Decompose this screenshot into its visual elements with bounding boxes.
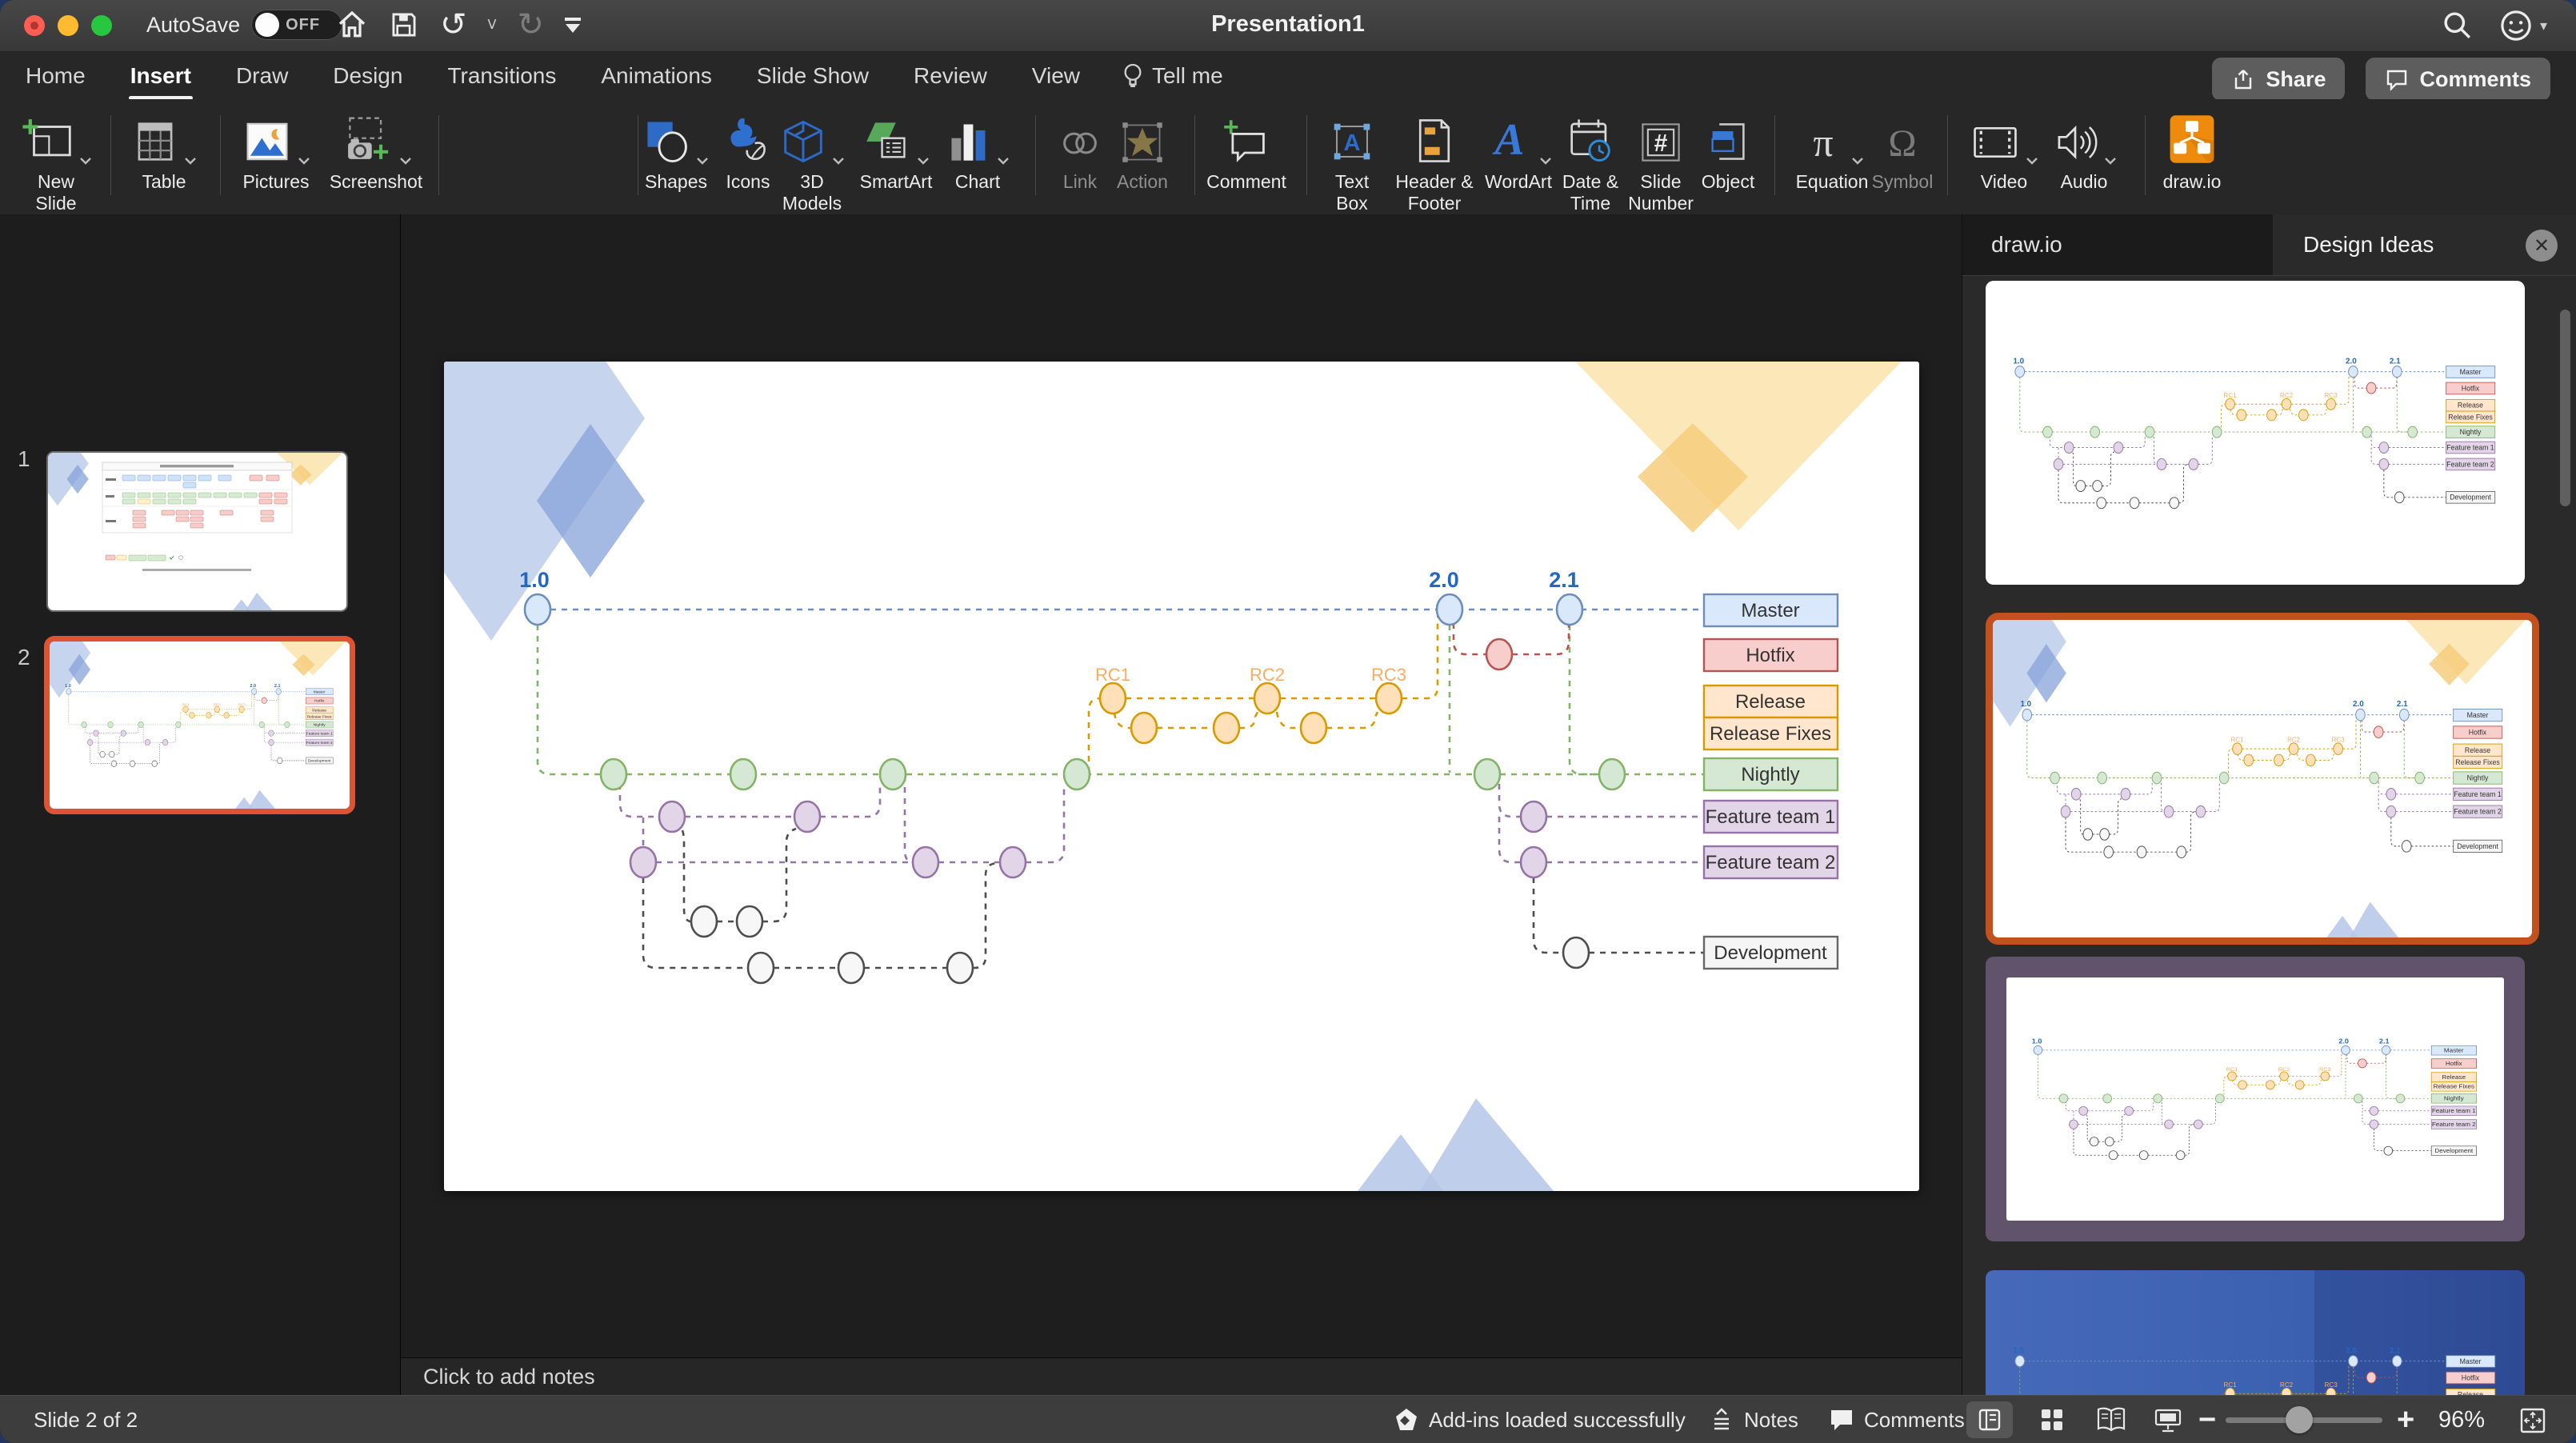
tab-transitions[interactable]: Transitions xyxy=(444,57,559,95)
design-idea-2-selected[interactable] xyxy=(1986,613,2539,945)
new-comment-icon xyxy=(1224,120,1265,162)
slide-1-number: 1 xyxy=(18,446,30,471)
account-dropdown-icon[interactable]: ▾ xyxy=(2540,18,2547,34)
chevron-down-icon xyxy=(184,158,196,165)
comments-status-icon xyxy=(1831,1410,1852,1430)
comment-icon xyxy=(2387,70,2407,91)
header-footer-icon xyxy=(1418,119,1450,162)
addin-status-icon xyxy=(1396,1409,1417,1430)
svg-text:A: A xyxy=(1492,117,1524,165)
notes-icon xyxy=(1714,1408,1729,1430)
tab-review[interactable]: Review xyxy=(910,57,990,95)
tell-me[interactable]: Tell me xyxy=(1122,62,1223,90)
video-icon xyxy=(1973,126,2017,158)
normal-view-icon xyxy=(1978,1409,2001,1431)
svg-text:Ω: Ω xyxy=(1888,123,1916,165)
slide-indicator: Slide 2 of 2 xyxy=(34,1407,138,1432)
share-button[interactable]: Share xyxy=(2212,58,2346,101)
account-icon[interactable] xyxy=(2498,8,2534,43)
slideshow-view-button[interactable] xyxy=(2154,1406,2182,1437)
ribbon-insert: New Slide Table Pictures Screenshot Get … xyxy=(0,99,2576,306)
tab-draw[interactable]: Draw xyxy=(233,57,291,95)
lightbulb-icon xyxy=(1124,63,1142,87)
panel-scrollbar[interactable] xyxy=(2560,310,2570,506)
tab-slideshow[interactable]: Slide Show xyxy=(754,57,872,95)
chevron-down-icon xyxy=(399,158,411,165)
comments-toggle[interactable]: Comments xyxy=(1829,1396,1965,1443)
slide-2-preview xyxy=(50,642,346,809)
titlebar: AutoSave OFF ↺ ᐯ ↻ Presentation1 ▾ xyxy=(0,0,2576,52)
design-idea-3[interactable] xyxy=(1986,957,2525,1241)
screenshot-icon xyxy=(347,117,388,159)
share-icon xyxy=(2235,70,2252,90)
slide-1-thumbnail[interactable] xyxy=(46,451,348,612)
new-slide-icon xyxy=(22,119,71,157)
document-title: Presentation1 xyxy=(1211,11,1365,37)
zoom-level[interactable]: 96% xyxy=(2426,1396,2498,1443)
design-idea-4[interactable] xyxy=(1986,1270,2525,1395)
zoom-slider-thumb[interactable] xyxy=(2286,1406,2313,1433)
chevron-down-icon xyxy=(2104,158,2116,165)
slide-1-flowchart xyxy=(102,462,293,571)
slide-editor-area xyxy=(401,214,1962,1357)
notes-placeholder: Click to add notes xyxy=(423,1365,595,1389)
slide-2-thumbnail-selected[interactable] xyxy=(44,636,355,814)
tab-home[interactable]: Home xyxy=(22,57,89,95)
slide-canvas[interactable] xyxy=(444,362,1919,1191)
menubar: Home Insert Draw Design Transitions Anim… xyxy=(0,52,2576,100)
symbol-omega-icon: Ω xyxy=(1888,123,1916,165)
object-icon xyxy=(1711,123,1745,160)
svg-text:A: A xyxy=(1344,130,1361,156)
design-idea-3-slide xyxy=(2006,977,2504,1221)
slide-thumbnail-panel: 1 2 xyxy=(0,214,401,1395)
addins-status: Add-ins loaded successfully xyxy=(1394,1396,1686,1443)
design-ideas-panel: draw.io Design Ideas ✕ xyxy=(1962,214,2576,1395)
normal-view-button-active[interactable] xyxy=(1966,1401,2013,1438)
action-star-icon xyxy=(1122,122,1162,162)
close-icon[interactable]: ✕ xyxy=(2526,230,2558,262)
drawio-icon xyxy=(2170,115,2214,163)
comments-button[interactable]: Comments xyxy=(2366,58,2550,101)
cube-icon xyxy=(783,120,822,163)
notes-pane[interactable]: Click to add notes xyxy=(401,1357,1962,1396)
slide-2-number: 2 xyxy=(18,645,30,670)
zoom-in-button[interactable]: + xyxy=(2397,1396,2414,1443)
statusbar: Slide 2 of 2 Add-ins loaded successfully… xyxy=(0,1395,2576,1443)
audio-icon xyxy=(2058,125,2097,160)
screenshot-button[interactable]: Screenshot xyxy=(308,106,444,193)
zoom-out-button[interactable]: − xyxy=(2198,1396,2216,1443)
tab-design[interactable]: Design xyxy=(330,57,406,95)
search-icon[interactable] xyxy=(2441,9,2474,42)
pictures-icon xyxy=(246,122,287,161)
smartart-icon xyxy=(866,122,906,158)
slide-sorter-view-button[interactable] xyxy=(2038,1406,2066,1437)
tab-drawio-panel[interactable]: draw.io xyxy=(1962,214,2274,275)
table-icon xyxy=(138,122,172,161)
tab-animations[interactable]: Animations xyxy=(598,57,715,95)
slide-content xyxy=(444,362,1902,1191)
reading-view-button[interactable] xyxy=(2096,1406,2126,1437)
svg-text:π: π xyxy=(1813,121,1833,165)
notes-toggle[interactable]: Notes xyxy=(1709,1396,1798,1443)
chevron-down-icon xyxy=(997,158,1009,165)
design-idea-1[interactable] xyxy=(1986,281,2525,585)
chevron-down-icon xyxy=(79,158,91,165)
powerpoint-window: 1.0 2.0 2.1 RC1 RC2 RC3 Master xyxy=(0,0,2576,1443)
tab-insert[interactable]: Insert xyxy=(127,57,194,100)
tab-view[interactable]: View xyxy=(1029,57,1083,95)
drawio-button[interactable]: draw.io xyxy=(2124,106,2260,193)
fit-slide-to-window-button[interactable] xyxy=(2518,1406,2547,1439)
chart-icon xyxy=(950,124,985,161)
